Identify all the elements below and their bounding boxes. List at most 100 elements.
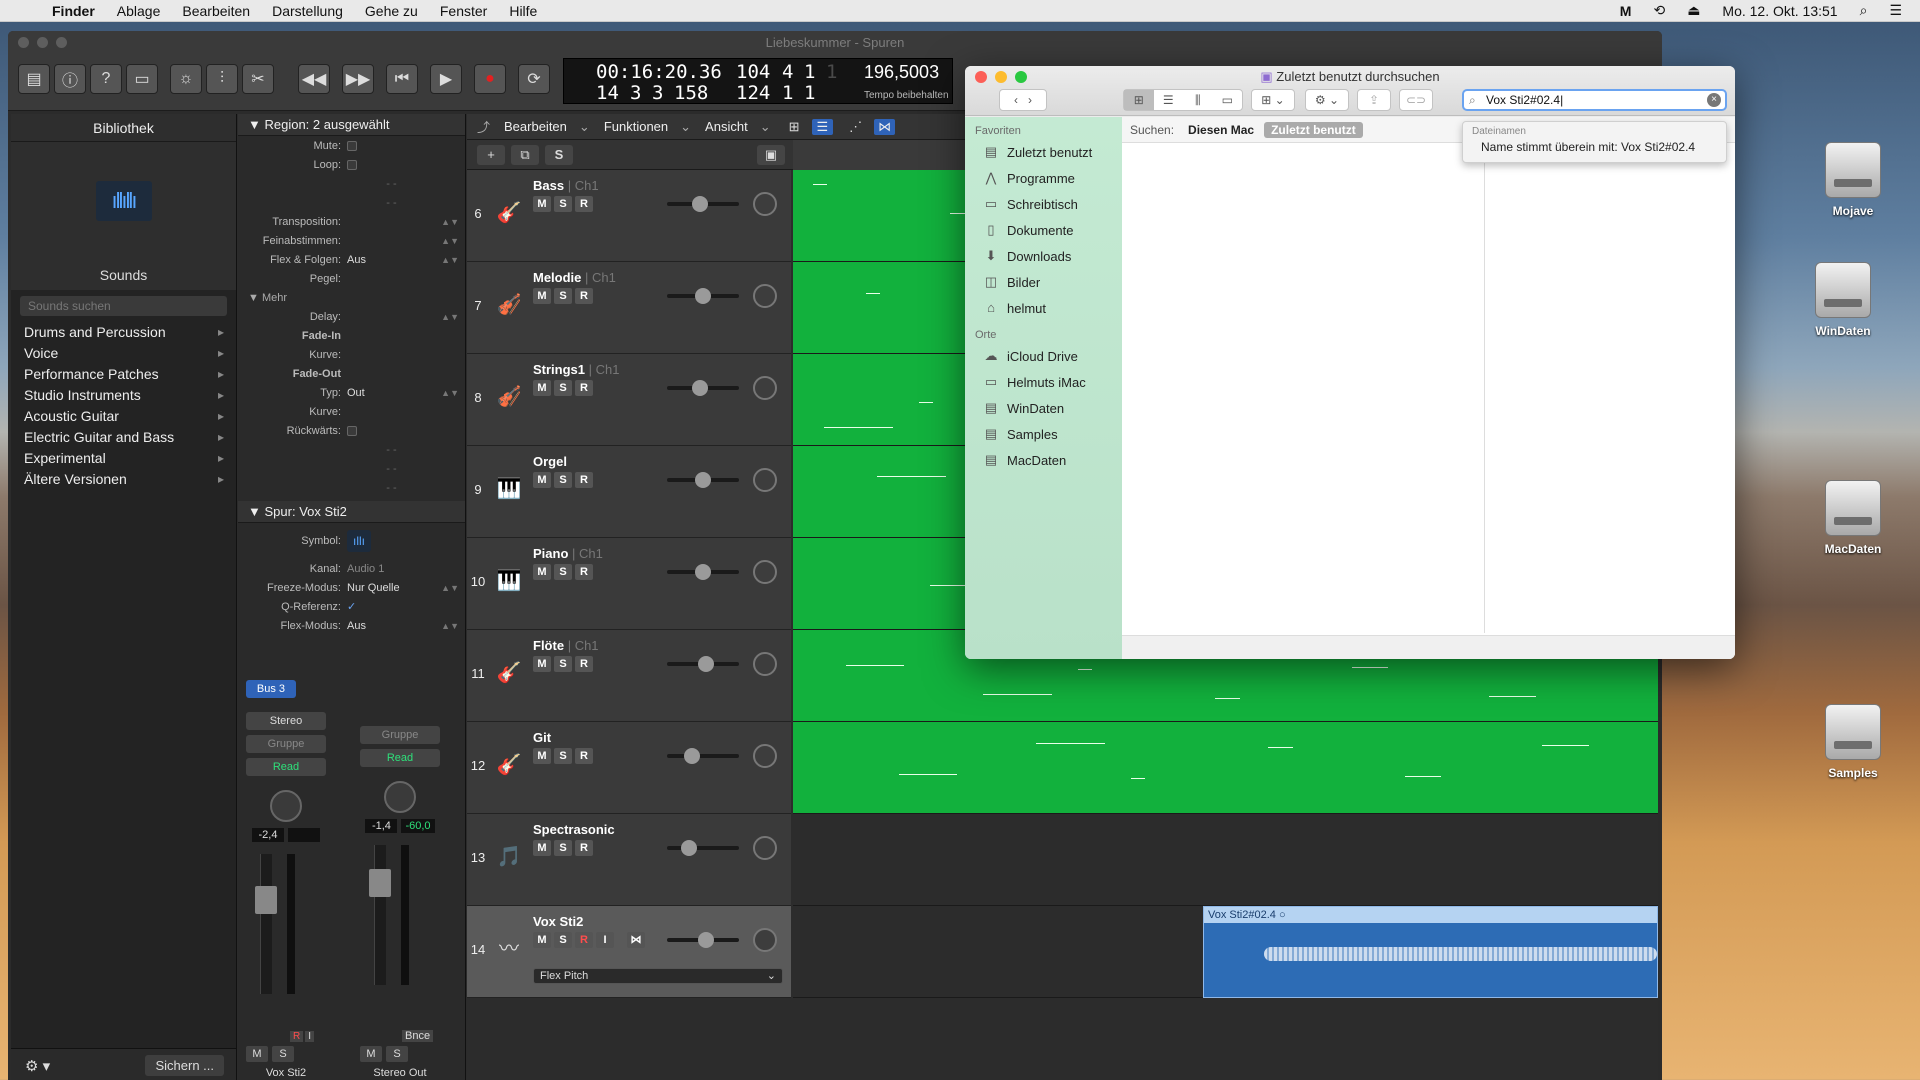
q-reference-checkbox[interactable]: ✓ xyxy=(347,600,356,613)
track-pan-knob[interactable] xyxy=(753,376,777,400)
mute-button[interactable]: M xyxy=(246,1046,268,1062)
volume-slider-handle[interactable] xyxy=(698,656,714,672)
mute-button[interactable]: M xyxy=(533,564,551,580)
help-icon[interactable]: ? xyxy=(90,64,122,94)
record-enable-button[interactable]: R xyxy=(575,748,593,764)
desktop-icon-mojave[interactable]: Mojave xyxy=(1803,142,1903,218)
volume-slider-handle[interactable] xyxy=(684,748,700,764)
sidebar-item-helmuts-imac[interactable]: ▭ Helmuts iMac xyxy=(965,369,1122,395)
sidebar-item-windaten[interactable]: ▤ WinDaten xyxy=(965,395,1122,421)
lcd-display[interactable]: 00:16:20.36 104 4 1 1 14 3 3 158 124 1 1… xyxy=(563,58,953,104)
track-volume-slider[interactable] xyxy=(667,472,739,488)
column-divider[interactable] xyxy=(1484,143,1485,633)
track-name[interactable]: Vox Sti2 xyxy=(533,914,583,929)
sidebar-item-macdaten[interactable]: ▤ MacDaten xyxy=(965,447,1122,473)
gear-icon[interactable]: ⚙ ▾ xyxy=(25,1057,50,1075)
flex-follow-value[interactable]: Aus xyxy=(347,254,366,266)
track-volume-slider[interactable] xyxy=(667,748,739,764)
track-volume-slider[interactable] xyxy=(667,840,739,856)
volume-fader[interactable] xyxy=(255,854,295,994)
track-pan-knob[interactable] xyxy=(753,836,777,860)
record-enable-button[interactable]: R xyxy=(575,656,593,672)
group-by-button[interactable]: ⊞ ⌄ xyxy=(1251,89,1295,111)
solo-button[interactable]: S xyxy=(386,1046,408,1062)
track-name[interactable]: Git xyxy=(533,730,551,745)
volume-slider-handle[interactable] xyxy=(695,472,711,488)
scope-recents[interactable]: Zuletzt benutzt xyxy=(1264,121,1363,138)
track-pan-knob[interactable] xyxy=(753,468,777,492)
library-category[interactable]: Acoustic Guitar xyxy=(11,406,236,427)
group-button[interactable]: Gruppe xyxy=(246,735,326,753)
track-volume-slider[interactable] xyxy=(667,656,739,672)
menu-bearbeiten[interactable]: Bearbeiten xyxy=(182,3,250,19)
icon-view-icon[interactable]: ⊞ xyxy=(1124,90,1154,110)
edit-menu[interactable]: Bearbeiten xyxy=(504,119,567,134)
solo-button[interactable]: S xyxy=(554,380,572,396)
bus-send-button[interactable]: Bus 3 xyxy=(246,680,296,698)
record-enable-button[interactable]: R xyxy=(575,932,593,948)
strings-icon[interactable]: 🎻 xyxy=(495,382,523,412)
library-toggle-icon[interactable]: ▤ xyxy=(18,64,50,94)
track-pan-knob[interactable] xyxy=(753,560,777,584)
menu-fenster[interactable]: Fenster xyxy=(440,3,487,19)
play-button[interactable]: ▶ xyxy=(430,64,462,94)
gallery-view-icon[interactable]: ▭ xyxy=(1213,90,1243,110)
record-enable-button[interactable]: R xyxy=(290,1031,304,1042)
mute-button[interactable]: M xyxy=(533,748,551,764)
track-lane[interactable] xyxy=(793,722,1658,814)
waveform-icon[interactable]: ıllı xyxy=(347,530,371,552)
bass-guitar-icon[interactable]: 🎸 xyxy=(495,198,523,228)
solo-button[interactable]: S xyxy=(554,288,572,304)
track-name[interactable]: Bass | Ch1 xyxy=(533,178,599,193)
view-menu[interactable]: Ansicht xyxy=(705,119,748,134)
flex-mode-value[interactable]: Aus xyxy=(347,620,366,632)
solo-button[interactable]: S xyxy=(554,840,572,856)
reverse-checkbox[interactable] xyxy=(347,425,357,436)
m-status-icon[interactable]: M xyxy=(1620,3,1632,19)
fader-handle[interactable] xyxy=(255,886,277,914)
library-category[interactable]: Experimental xyxy=(11,448,236,469)
mute-button[interactable]: M xyxy=(533,380,551,396)
solo-button[interactable]: S xyxy=(554,656,572,672)
add-track-button[interactable]: + xyxy=(477,145,505,165)
automation-read-button[interactable]: Read xyxy=(360,749,440,767)
gear-icon[interactable]: ⚙ ⌄ xyxy=(1305,89,1349,111)
menu-hilfe[interactable]: Hilfe xyxy=(509,3,537,19)
flex-mode-select[interactable]: Flex Pitch ⌄ xyxy=(533,968,783,984)
track-name[interactable]: Melodie | Ch1 xyxy=(533,270,616,285)
automation-read-button[interactable]: Read xyxy=(246,758,326,776)
menu-gehe-zu[interactable]: Gehe zu xyxy=(365,3,418,19)
flex-icon[interactable]: ⋈ xyxy=(874,118,896,135)
stereo-button[interactable]: Stereo xyxy=(246,712,326,730)
mute-button[interactable]: M xyxy=(533,932,551,948)
stepper-icon[interactable]: ▲▼ xyxy=(441,217,459,227)
track-header[interactable]: 11 🎸 Flöte | Ch1 M S R xyxy=(467,630,791,722)
record-enable-button[interactable]: R xyxy=(575,288,593,304)
library-category[interactable]: Electric Guitar and Bass xyxy=(11,427,236,448)
track-header[interactable]: 6 🎸 Bass | Ch1 M S R xyxy=(467,170,791,262)
solo-button[interactable]: S xyxy=(272,1046,294,1062)
track-header[interactable]: 13 🎵 Spectrasonic M S R xyxy=(467,814,791,906)
stepper-icon[interactable]: ▲▼ xyxy=(441,312,459,322)
track-pan-knob[interactable] xyxy=(753,744,777,768)
cycle-button[interactable]: ⟳ xyxy=(518,64,550,94)
input-monitor-button[interactable]: I xyxy=(596,932,614,948)
track-pan-knob[interactable] xyxy=(753,284,777,308)
time-machine-icon[interactable]: ⟲ xyxy=(1653,2,1665,19)
track-volume-slider[interactable] xyxy=(667,288,739,304)
track-header[interactable]: 9 🎹 Orgel M S R xyxy=(467,446,791,538)
disclosure-triangle-icon[interactable]: ▼ xyxy=(248,292,262,304)
record-enable-button[interactable]: R xyxy=(575,196,593,212)
inspector-info-icon[interactable]: ⓘ xyxy=(54,64,86,94)
rewind-button[interactable]: ◀◀ xyxy=(298,64,330,94)
solo-button[interactable]: S xyxy=(554,196,572,212)
library-save-button[interactable]: Sichern ... xyxy=(145,1055,224,1076)
desktop-icon-samples[interactable]: Samples xyxy=(1803,704,1903,780)
mute-button[interactable]: M xyxy=(533,196,551,212)
chevron-right-icon[interactable]: › xyxy=(1028,93,1032,107)
volume-fader[interactable] xyxy=(369,845,409,985)
sidebar-item-samples[interactable]: ▤ Samples xyxy=(965,421,1122,447)
violin-icon[interactable]: 🎻 xyxy=(495,290,523,320)
volume-slider-handle[interactable] xyxy=(695,288,711,304)
volume-slider-handle[interactable] xyxy=(681,840,697,856)
